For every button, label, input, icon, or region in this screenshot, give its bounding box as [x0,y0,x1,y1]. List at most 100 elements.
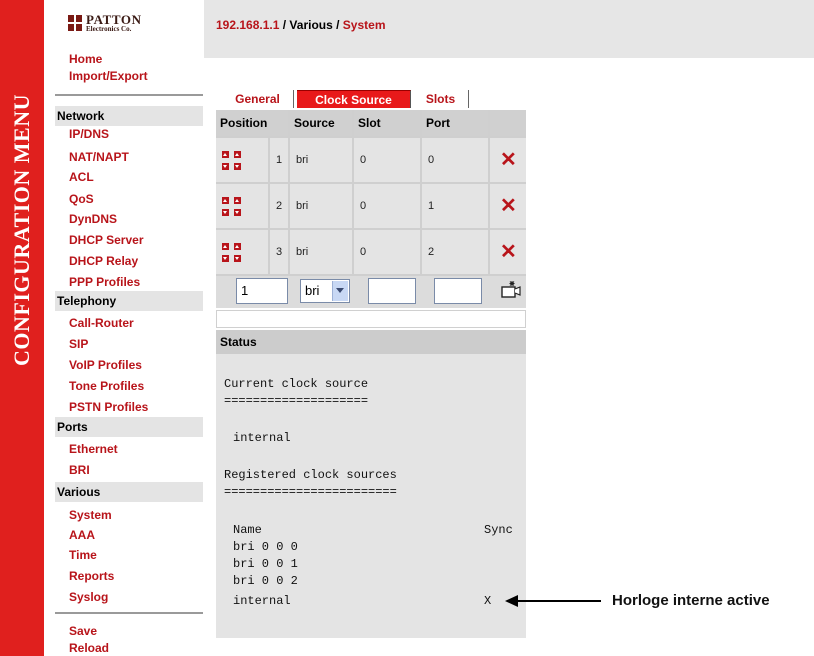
row-port: 0 [422,138,488,182]
port-input[interactable] [434,278,482,304]
menu-section-telephony: Telephony [55,291,203,311]
menu-section-network: Network [55,106,203,126]
column-sync-label: Sync [484,523,513,537]
menu-qos[interactable]: QoS [69,192,94,206]
row-slot: 0 [354,138,420,182]
row-source: bri [290,184,352,228]
annotation-arrow-icon [505,595,601,607]
move-up-icon[interactable] [234,151,241,158]
breadcrumb-separator: / [332,18,343,32]
move-bottom-icon[interactable] [222,209,229,216]
delete-icon[interactable]: ✕ [500,196,517,216]
move-down-icon[interactable] [234,209,241,216]
move-bottom-icon[interactable] [222,255,229,262]
move-top-icon[interactable] [222,243,229,250]
clock-source-entry: internal [233,594,291,608]
breadcrumb-section: Various [289,18,333,32]
menu-section-ports: Ports [55,417,203,437]
column-header-port: Port [422,110,488,136]
sync-marker: X [484,594,492,608]
column-header-position: Position [216,110,288,136]
menu-dhcp-relay[interactable]: DHCP Relay [69,254,138,268]
add-entry-icon[interactable] [500,280,522,300]
slot-input[interactable] [368,278,416,304]
menu-time[interactable]: Time [69,548,97,562]
menu-tone-profiles[interactable]: Tone Profiles [69,379,144,393]
table-spacer [216,310,526,328]
breadcrumb-separator: / [279,18,290,32]
patton-logo[interactable]: PATTON Electronics Co. [68,13,164,35]
menu-save[interactable]: Save [69,624,97,638]
menu-ip-dns[interactable]: IP/DNS [69,127,109,141]
menu-ethernet[interactable]: Ethernet [69,442,118,456]
source-select[interactable]: bri [300,279,350,303]
annotation-label: Horloge interne active [612,592,770,609]
registered-clock-rule: ======================== [224,485,397,499]
current-clock-heading: Current clock source [224,377,369,391]
menu-pstn-profiles[interactable]: PSTN Profiles [69,400,148,414]
status-title: Status [216,330,526,354]
breadcrumb-current-page[interactable]: System [343,18,386,32]
move-down-icon[interactable] [234,163,241,170]
source-select-value: bri [305,283,320,298]
move-up-icon[interactable] [234,243,241,250]
page-header: 192.168.1.1 / Various / System [204,0,814,58]
row-source: bri [290,230,352,274]
menu-home[interactable]: Home [69,52,102,66]
tab-general[interactable]: General [222,90,294,108]
column-header-source: Source [290,110,352,136]
row-port: 1 [422,184,488,228]
menu-sip[interactable]: SIP [69,337,88,351]
delete-icon[interactable]: ✕ [500,242,517,262]
clock-source-entry: bri 0 0 0 [233,540,298,554]
breadcrumb-host[interactable]: 192.168.1.1 [216,18,279,32]
menu-voip-profiles[interactable]: VoIP Profiles [69,358,142,372]
clock-source-entry: bri 0 0 1 [233,557,298,571]
logo-mark-icon [68,15,82,31]
clock-source-table: Position Source Slot Port 1 bri 0 0 ✕ 2 … [216,110,526,308]
row-slot: 0 [354,184,420,228]
menu-nat-napt[interactable]: NAT/NAPT [69,150,129,164]
configuration-menu-title: CONFIGURATION MENU [9,94,34,366]
left-menu: PATTON Electronics Co. Home Import/Expor… [55,0,203,656]
current-clock-rule: ==================== [224,394,369,408]
logo-subtitle: Electronics Co. [86,25,132,33]
status-panel: Status Current clock source ============… [216,330,526,638]
menu-dhcp-server[interactable]: DHCP Server [69,233,143,247]
menu-bri[interactable]: BRI [69,463,90,477]
move-top-icon[interactable] [222,151,229,158]
menu-system[interactable]: System [69,508,112,522]
row-source: bri [290,138,352,182]
row-position: 1 [270,138,288,182]
breadcrumb: 192.168.1.1 / Various / System [216,18,386,32]
move-top-icon[interactable] [222,197,229,204]
row-port: 2 [422,230,488,274]
tab-slots[interactable]: Slots [413,90,469,108]
column-header-actions [490,110,526,136]
menu-acl[interactable]: ACL [69,170,94,184]
menu-reports[interactable]: Reports [69,569,114,583]
row-position: 3 [270,230,288,274]
menu-dyndns[interactable]: DynDNS [69,212,117,226]
menu-syslog[interactable]: Syslog [69,590,108,604]
registered-clock-heading: Registered clock sources [224,468,397,482]
tab-clock-source[interactable]: Clock Source [297,90,411,108]
menu-divider [55,612,203,614]
delete-icon[interactable]: ✕ [500,150,517,170]
menu-ppp-profiles[interactable]: PPP Profiles [69,275,140,289]
position-input[interactable]: 1 [236,278,288,304]
move-bottom-icon[interactable] [222,163,229,170]
menu-import-export[interactable]: Import/Export [69,69,148,83]
column-name-label: Name [233,523,262,537]
red-sidebar-band: CONFIGURATION MENU [0,0,44,656]
column-header-slot: Slot [354,110,420,136]
move-down-icon[interactable] [234,255,241,262]
menu-call-router[interactable]: Call-Router [69,316,134,330]
chevron-down-icon[interactable] [332,281,348,301]
menu-divider [55,94,203,96]
clock-source-entry: bri 0 0 2 [233,574,298,588]
move-up-icon[interactable] [234,197,241,204]
menu-reload[interactable]: Reload [69,641,109,655]
menu-aaa[interactable]: AAA [69,528,95,542]
current-clock-value: internal [233,431,291,445]
